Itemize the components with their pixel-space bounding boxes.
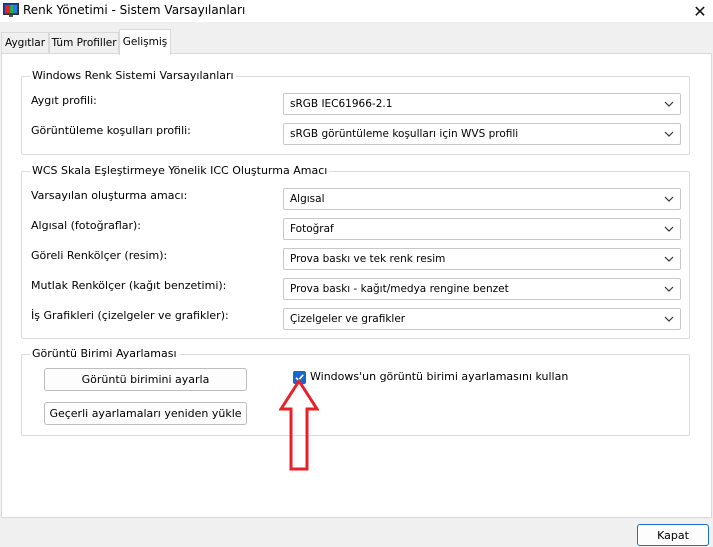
device-profile-label: Aygıt profili:: [31, 94, 97, 107]
window-close-button[interactable]: ✕: [687, 0, 713, 22]
absolute-colorimetric-label: Mutlak Renkölçer (kağıt benzetimi):: [31, 279, 227, 292]
annotation-arrow-icon: [279, 379, 319, 471]
perceptual-label: Algısal (fotoğraflar):: [31, 219, 142, 232]
device-profile-select[interactable]: sRGB IEC61966-2.1: [283, 93, 681, 115]
close-button[interactable]: Kapat: [637, 524, 709, 546]
display-calibration-group: Görüntü Birimi Ayarlaması Görüntü birimi…: [21, 347, 690, 436]
chevron-down-icon: [664, 101, 674, 107]
use-windows-calibration-label: Windows'un görüntü birimi ayarlamasını k…: [310, 370, 569, 383]
advanced-panel: Windows Renk Sistemi Varsayılanları Aygı…: [1, 53, 712, 518]
default-intent-select[interactable]: Algısal: [283, 188, 681, 210]
reload-calibrations-button[interactable]: Geçerli ayarlamaları yeniden yükle: [44, 402, 247, 425]
windows-defaults-group: Windows Renk Sistemi Varsayılanları Aygı…: [21, 69, 690, 155]
perceptual-select[interactable]: Fotoğraf: [283, 218, 681, 240]
calibrate-display-button[interactable]: Görüntü birimini ayarla: [44, 368, 247, 391]
viewing-conditions-label: Görüntüleme koşulları profili:: [31, 124, 191, 137]
group-title: Görüntü Birimi Ayarlaması: [30, 347, 179, 360]
window-title: Renk Yönetimi - Sistem Varsayılanları: [23, 3, 246, 17]
group-title: Windows Renk Sistemi Varsayılanları: [30, 69, 236, 82]
chevron-down-icon: [664, 256, 674, 262]
chevron-down-icon: [664, 286, 674, 292]
chevron-down-icon: [664, 316, 674, 322]
tab-all-profiles[interactable]: Tüm Profiller: [49, 32, 119, 54]
group-title: WCS Skala Eşleştirmeye Yönelik ICC Oluşt…: [30, 164, 330, 177]
viewing-conditions-select[interactable]: sRGB görüntüleme koşulları için WVS prof…: [283, 123, 681, 145]
business-graphics-select[interactable]: Çizelgeler ve grafikler: [283, 308, 681, 330]
chevron-down-icon: [664, 196, 674, 202]
chevron-down-icon: [664, 226, 674, 232]
business-graphics-label: İş Grafikleri (çizelgeler ve grafikler):: [31, 309, 229, 322]
monitor-icon: [3, 3, 19, 17]
close-icon: ✕: [693, 1, 707, 21]
title-bar: Renk Yönetimi - Sistem Varsayılanları ✕: [0, 0, 713, 22]
tab-devices[interactable]: Aygıtlar: [1, 32, 49, 54]
default-intent-label: Varsayılan oluşturma amacı:: [31, 189, 188, 202]
relative-colorimetric-select[interactable]: Prova baskı ve tek renk resim: [283, 248, 681, 270]
chevron-down-icon: [664, 131, 674, 137]
tab-strip: Aygıtlar Tüm Profiller Gelişmiş: [0, 29, 713, 55]
wcs-intent-group: WCS Skala Eşleştirmeye Yönelik ICC Oluşt…: [21, 164, 690, 339]
tab-advanced[interactable]: Gelişmiş: [119, 29, 171, 55]
relative-colorimetric-label: Göreli Renkölçer (resim):: [31, 249, 168, 262]
absolute-colorimetric-select[interactable]: Prova baskı - kağıt/medya rengine benzet: [283, 278, 681, 300]
